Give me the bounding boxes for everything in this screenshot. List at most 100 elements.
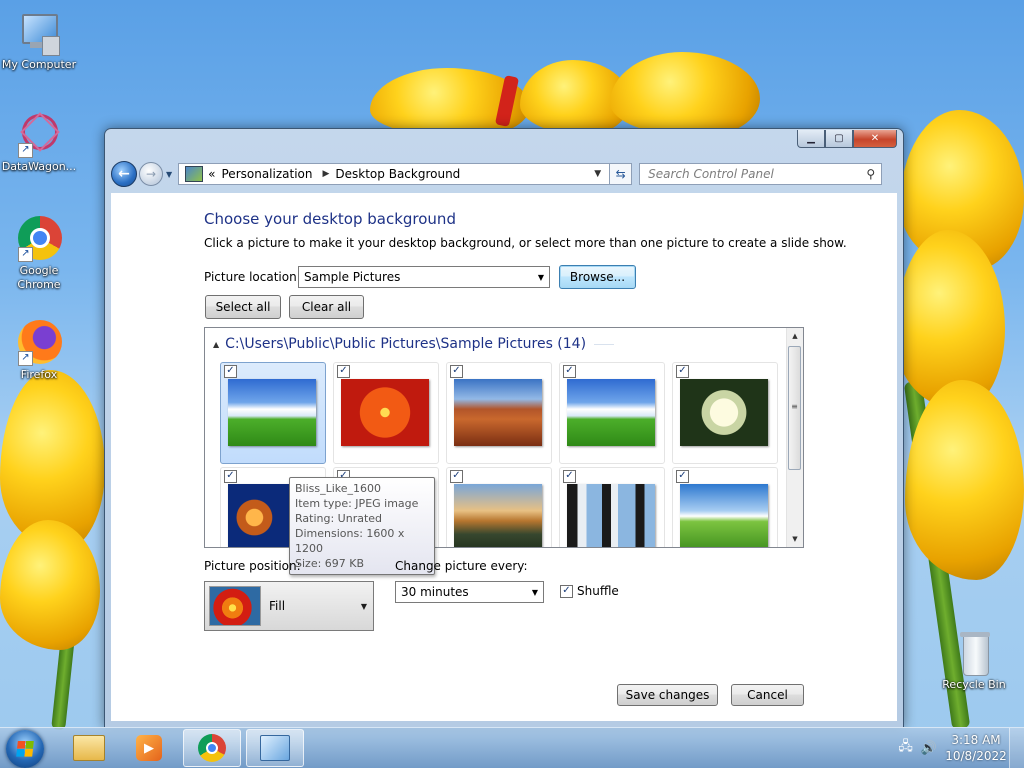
datawagon-icon: ↗	[16, 108, 64, 158]
collapse-triangle-icon[interactable]: ▲	[213, 340, 219, 349]
desktop-icon-google-chrome[interactable]: ↗ Google Chrome	[1, 216, 77, 292]
refresh-button[interactable]: ⇆	[610, 163, 633, 185]
thumbnail-penguins[interactable]: ✓	[559, 467, 665, 547]
thumbnail-image	[454, 484, 542, 547]
thumbnail-checkbox[interactable]: ✓	[224, 365, 237, 378]
picture-position-select[interactable]: Fill ▼	[204, 581, 374, 631]
thumbnail-image	[454, 379, 542, 446]
firefox-icon: ↗	[16, 320, 62, 366]
change-interval-select[interactable]: 30 minutes ▼	[395, 581, 544, 603]
change-picture-label: Change picture every:	[395, 559, 528, 573]
thumbnail-image	[341, 379, 429, 446]
shortcut-arrow-icon: ↗	[18, 351, 33, 366]
thumbnail-image	[228, 379, 316, 446]
thumbnail-meadow[interactable]: ✓	[672, 467, 778, 547]
chrome-icon: ↗	[16, 216, 62, 262]
taskbar-chrome[interactable]	[183, 729, 241, 767]
address-bar[interactable]: « Personalization ▶ Desktop Background ▼	[178, 163, 611, 185]
shuffle-checkbox[interactable]: ✓ Shuffle	[560, 584, 619, 598]
taskbar-media-player[interactable]: ▶	[120, 729, 178, 767]
thumbnail-image	[680, 379, 768, 446]
close-button[interactable]: ✕	[853, 130, 897, 148]
picture-location-label: Picture location:	[204, 270, 301, 284]
forward-button[interactable]: →	[139, 162, 163, 186]
close-icon: ✕	[870, 133, 880, 144]
desktop-icon-my-computer[interactable]: My Computer	[1, 10, 77, 72]
folder-icon	[73, 735, 105, 761]
chevron-down-icon: ▼	[531, 587, 538, 597]
taskbar-explorer[interactable]	[60, 729, 118, 767]
chrome-icon	[198, 734, 226, 762]
thumbnail-bliss-like-1600[interactable]: ✓	[220, 362, 326, 464]
thumbnail-image	[567, 379, 655, 446]
browse-button[interactable]: Browse...	[559, 265, 636, 289]
page-description: Click a picture to make it your desktop …	[204, 236, 847, 250]
scroll-thumb[interactable]: ≡	[788, 346, 801, 470]
back-button[interactable]: ←	[111, 161, 137, 187]
scroll-down-icon[interactable]: ▼	[787, 531, 803, 547]
desktop-icon-datawagon[interactable]: ↗ DataWagon...	[1, 108, 77, 174]
address-dropdown-icon[interactable]: ▼	[594, 169, 601, 179]
save-changes-button[interactable]: Save changes	[617, 684, 718, 706]
minimize-button[interactable]: ▁	[797, 130, 825, 148]
system-tray: 🖧 🔊 3:18 AM 10/8/2022	[898, 728, 1024, 768]
breadcrumb-desktop-background[interactable]: Desktop Background	[335, 167, 460, 181]
breadcrumb-separator-icon[interactable]: ▶	[322, 169, 329, 179]
thumbnail-lighthouse[interactable]: ✓	[446, 467, 552, 547]
thumbnail-checkbox[interactable]: ✓	[676, 365, 689, 378]
search-placeholder: Search Control Panel	[648, 167, 774, 181]
navigation-bar: ← → ▼ « Personalization ▶ Desktop Backgr…	[111, 160, 897, 188]
thumbnail-checkbox[interactable]: ✓	[450, 365, 463, 378]
thumbnail-checkbox[interactable]: ✓	[224, 470, 237, 483]
show-desktop-button[interactable]	[1009, 728, 1024, 768]
arrow-left-icon: ←	[118, 166, 130, 182]
gallery-group-header[interactable]: ▲ C:\Users\Public\Public Pictures\Sample…	[213, 336, 615, 352]
thumbnail-checkbox[interactable]: ✓	[676, 470, 689, 483]
taskbar: ▶ 🖧 🔊 3:18 AM 10/8/2022	[0, 727, 1024, 768]
cancel-button[interactable]: Cancel	[731, 684, 804, 706]
thumbnail-hydrangeas[interactable]: ✓	[672, 362, 778, 464]
clear-all-button[interactable]: Clear all	[289, 295, 364, 319]
desktop-background-window: ▁ ▢ ✕ ← → ▼ « Personalization ▶ Desktop …	[104, 128, 904, 728]
gallery-scrollbar[interactable]: ▲ ≡ ▼	[786, 328, 803, 547]
network-icon[interactable]: 🖧	[898, 737, 913, 759]
position-preview-image	[209, 586, 261, 626]
chevron-down-icon: ▼	[537, 272, 544, 282]
thumbnail-checkbox[interactable]: ✓	[337, 365, 350, 378]
windows-logo-icon	[16, 741, 34, 757]
clock[interactable]: 3:18 AM 10/8/2022	[943, 732, 1009, 764]
maximize-button[interactable]: ▢	[825, 130, 853, 148]
arrow-right-icon: →	[145, 167, 157, 181]
recycle-bin-icon	[951, 630, 997, 676]
control-panel-icon	[185, 166, 204, 182]
search-icon[interactable]: ⚲	[866, 167, 875, 181]
thumbnail-bliss-like[interactable]: ✓	[559, 362, 665, 464]
desktop-icon-recycle-bin[interactable]: Recycle Bin	[936, 630, 1012, 692]
thumbnail-chrysanthemum[interactable]: ✓	[333, 362, 439, 464]
thumbnail-image	[567, 484, 655, 547]
shortcut-arrow-icon: ↗	[18, 247, 33, 262]
thumbnail-checkbox[interactable]: ✓	[450, 470, 463, 483]
refresh-icon: ⇆	[615, 167, 626, 181]
scroll-up-icon[interactable]: ▲	[787, 328, 803, 344]
control-panel-icon	[260, 735, 290, 761]
address-overflow[interactable]: «	[208, 167, 215, 181]
checkbox-checked-icon[interactable]: ✓	[560, 584, 573, 598]
thumbnail-checkbox[interactable]: ✓	[563, 365, 576, 378]
thumbnail-checkbox[interactable]: ✓	[563, 470, 576, 483]
thumbnail-desert[interactable]: ✓	[446, 362, 552, 464]
minimize-icon: ▁	[807, 133, 815, 144]
media-player-icon: ▶	[136, 735, 162, 761]
select-all-button[interactable]: Select all	[205, 295, 281, 319]
picture-location-select[interactable]: Sample Pictures ▼	[298, 266, 550, 288]
content-pane: Choose your desktop background Click a p…	[111, 193, 897, 721]
computer-icon	[16, 10, 62, 56]
recent-pages-dropdown[interactable]: ▼	[166, 170, 172, 179]
search-input[interactable]: Search Control Panel ⚲	[639, 163, 883, 185]
desktop-icon-firefox[interactable]: ↗ Firefox	[1, 320, 77, 382]
breadcrumb-personalization[interactable]: Personalization	[222, 167, 313, 181]
maximize-icon: ▢	[834, 133, 844, 144]
volume-icon[interactable]: 🔊	[921, 741, 937, 756]
taskbar-control-panel[interactable]	[246, 729, 304, 767]
start-button[interactable]	[6, 730, 44, 768]
